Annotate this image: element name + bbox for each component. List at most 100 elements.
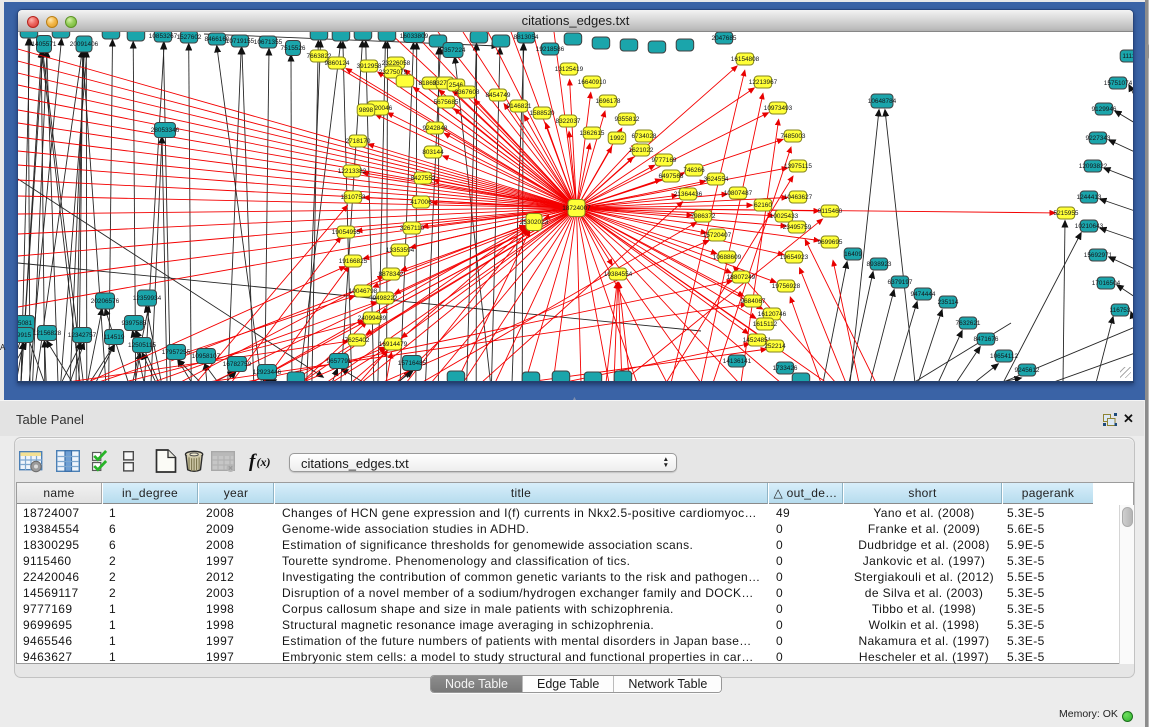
svg-text:9115460: 9115460	[818, 208, 843, 215]
svg-text:5675685: 5675685	[434, 99, 459, 106]
svg-text:8322037: 8322037	[556, 118, 581, 125]
svg-text:5215955: 5215955	[1054, 210, 1079, 217]
svg-text:8427552: 8427552	[411, 175, 436, 182]
svg-text:28053346: 28053346	[151, 127, 180, 134]
svg-text:8878342: 8878342	[379, 271, 404, 278]
svg-text:10210643: 10210643	[1075, 223, 1104, 230]
svg-text:1244413: 1244413	[1077, 194, 1102, 201]
svg-text:9355812: 9355812	[615, 116, 640, 123]
svg-text:10973493: 10973493	[764, 105, 793, 112]
svg-text:12156828: 12156828	[33, 330, 62, 337]
svg-text:6497568: 6497568	[659, 173, 684, 180]
svg-text:21364436: 21364436	[674, 191, 703, 198]
svg-text:12359934: 12359934	[133, 295, 162, 302]
svg-text:9129946: 9129946	[1092, 106, 1117, 113]
svg-text:9915: 9915	[18, 332, 32, 339]
svg-text:9498222: 9498222	[373, 295, 398, 302]
svg-text:746266: 746266	[683, 167, 705, 174]
svg-text:1588520: 1588520	[530, 110, 555, 117]
svg-text:417006: 417006	[410, 199, 432, 206]
svg-text:5081: 5081	[18, 320, 33, 327]
svg-text:8813054: 8813054	[514, 34, 539, 41]
svg-text:114519: 114519	[104, 334, 125, 341]
svg-text:8471676: 8471676	[974, 336, 999, 343]
svg-text:15692971: 15692971	[1084, 252, 1113, 259]
svg-text:16914479: 16914479	[379, 341, 408, 348]
svg-text:17016504: 17016504	[1092, 280, 1121, 287]
svg-text:1696178: 1696178	[596, 98, 621, 105]
svg-text:116753: 116753	[1110, 307, 1131, 314]
svg-text:10046798: 10046798	[349, 288, 378, 295]
svg-text:10671355: 10671355	[254, 39, 283, 46]
svg-text:9242848: 9242848	[423, 125, 448, 132]
svg-text:9245612: 9245612	[1015, 367, 1040, 374]
svg-text:10463627: 10463627	[784, 194, 813, 201]
svg-text:19384554: 19384554	[604, 271, 633, 278]
svg-text:6379197: 6379197	[888, 279, 913, 286]
svg-text:12093822: 12093822	[1079, 163, 1108, 170]
svg-text:252214: 252214	[764, 343, 786, 350]
svg-text:2047685: 2047685	[712, 35, 737, 42]
svg-text:9699695: 9699695	[818, 239, 843, 246]
svg-text:18807249: 18807249	[727, 274, 756, 281]
svg-text:16782759: 16782759	[223, 361, 252, 368]
svg-text:10025433: 10025433	[770, 213, 799, 220]
svg-text:10688609: 10688609	[713, 254, 742, 261]
svg-text:1405571: 1405571	[32, 41, 57, 48]
svg-text:(x): (x)	[257, 455, 271, 469]
svg-text:13353594: 13353594	[386, 247, 415, 254]
svg-text:19054955: 19054955	[332, 229, 361, 236]
svg-text:16409: 16409	[844, 251, 862, 258]
svg-text:2718170: 2718170	[346, 138, 371, 145]
svg-text:7515526: 7515526	[281, 45, 306, 52]
svg-text:8454749: 8454749	[486, 92, 511, 99]
svg-text:12213382: 12213382	[338, 168, 367, 175]
svg-text:6734028: 6734028	[632, 133, 657, 140]
svg-text:1615112: 1615112	[753, 321, 778, 328]
svg-text:8938923: 8938923	[867, 261, 892, 268]
svg-text:1733426: 1733426	[773, 365, 798, 372]
svg-text:20091406: 20091406	[70, 41, 99, 48]
svg-text:10654112: 10654112	[990, 353, 1018, 360]
svg-text:16154808: 16154808	[731, 56, 760, 63]
svg-text:10648784: 10648784	[868, 98, 897, 105]
svg-text:12213967: 12213967	[749, 79, 778, 86]
svg-text:20206576: 20206576	[91, 298, 120, 305]
svg-text:9227343: 9227343	[1086, 135, 1111, 142]
svg-text:7986372: 7986372	[691, 213, 716, 220]
svg-text:9474444: 9474444	[911, 291, 936, 298]
svg-text:14136141: 14136141	[723, 358, 752, 365]
svg-text:10958107: 10958107	[192, 353, 221, 360]
svg-text:13125419: 13125419	[555, 66, 584, 73]
svg-text:9397585: 9397585	[122, 320, 147, 327]
svg-text:1112: 1112	[1122, 53, 1133, 60]
svg-text:7632621: 7632621	[956, 320, 981, 327]
svg-text:1810753: 1810753	[341, 194, 366, 201]
svg-text:19654923: 19654923	[780, 254, 809, 261]
svg-text:9898: 9898	[359, 107, 374, 114]
svg-text:62160: 62160	[754, 202, 772, 209]
svg-text:1992: 1992	[610, 135, 625, 142]
svg-text:19166825: 19166825	[339, 258, 368, 265]
svg-text:1621022: 1621022	[629, 147, 654, 154]
svg-text:24099489: 24099489	[358, 315, 387, 322]
svg-text:1527602: 1527602	[177, 34, 202, 41]
svg-text:10807487: 10807487	[724, 190, 753, 197]
svg-text:9146821: 9146821	[507, 103, 532, 110]
svg-text:803144: 803144	[422, 149, 444, 156]
svg-text:3624554: 3624554	[704, 176, 729, 183]
svg-text:1362615: 1362615	[580, 130, 605, 137]
svg-text:19218586: 19218586	[536, 46, 565, 53]
svg-text:7625402: 7625402	[345, 337, 370, 344]
svg-text:25302023: 25302023	[520, 219, 549, 226]
svg-text:12342757: 12342757	[68, 332, 97, 339]
svg-text:15751074: 15751074	[1104, 80, 1133, 87]
svg-text:9684067: 9684067	[741, 298, 766, 305]
svg-text:15720407: 15720407	[703, 232, 732, 239]
svg-text:17957255: 17957255	[162, 349, 191, 356]
svg-text:12505115: 12505115	[128, 342, 156, 349]
svg-text:23495759: 23495759	[783, 224, 812, 231]
svg-text:9777169: 9777169	[652, 157, 677, 164]
svg-text:7485003: 7485003	[781, 133, 806, 140]
svg-text:9657791: 9657791	[327, 358, 352, 365]
